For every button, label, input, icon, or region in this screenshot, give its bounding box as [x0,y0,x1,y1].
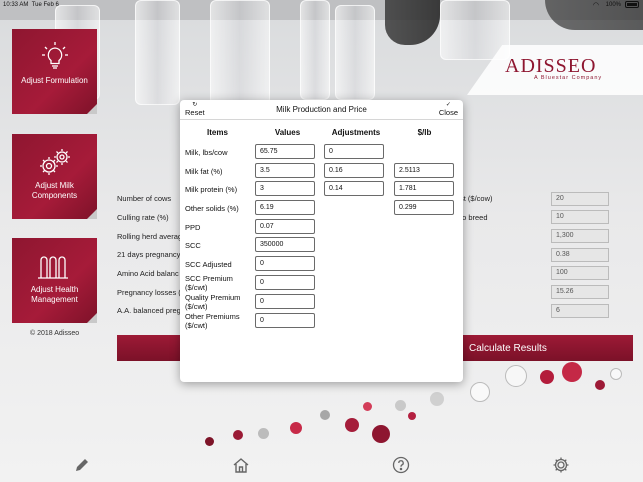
row-label-other-solids: Other solids (%) [185,204,239,213]
quality-premium-value-field[interactable]: 0 [255,294,315,309]
wifi-icon: ◠ [592,2,599,9]
bg-label: Rolling herd averag [117,232,183,241]
status-bar: 10:33 AM Tue Feb 6 ◠ 100% [0,0,643,10]
bg-label: Number of cows [117,194,172,203]
tile-label: Adjust Formulation [21,76,88,85]
row-label-quality-premium: Quality Premium ($/cwt) [185,293,241,311]
close-label: Close [438,108,458,117]
scc-adjusted-value-field[interactable]: 0 [255,256,315,271]
milk-value-field[interactable]: 65.75 [255,144,315,159]
milk-protein-price-field[interactable]: 1.781 [394,181,454,196]
bg-label: Pregnancy losses ( [117,288,181,297]
lightbulb-icon [12,39,97,75]
row-label-scc: SCC [185,241,201,250]
barn-icon [12,248,97,284]
column-header-adjustments: Adjustments [331,128,381,137]
row-label-ppd: PPD [185,223,201,232]
other-solids-price-field[interactable]: 0.299 [394,200,454,215]
row-label-milk-fat: Milk fat (%) [185,167,223,176]
pencil-icon[interactable] [73,456,91,474]
bg-value-field[interactable]: 0.38 [551,248,609,262]
ppd-value-field[interactable]: 0.07 [255,219,315,234]
bg-label: A.A. balanced preg [117,306,181,315]
status-time: 10:33 AM Tue Feb 6 [3,2,59,8]
row-label-scc-adjusted: SCC Adjusted [185,260,232,269]
other-premiums-value-field[interactable]: 0 [255,313,315,328]
milk-protein-value-field[interactable]: 3 [255,181,315,196]
row-label-other-premiums: Other Premiums ($/cwt) [185,312,240,330]
column-header-items: Items [207,128,228,137]
column-header-price: $/lb [417,128,432,137]
bg-label: Amino Acid balanc [117,269,179,278]
dialog-title: Milk Production and Price [276,105,367,114]
dialog-header: ↻ Reset Milk Production and Price ✓ Clos… [180,100,463,120]
milk-production-dialog: ↻ Reset Milk Production and Price ✓ Clos… [180,100,463,382]
milk-adjustment-field[interactable]: 0 [324,144,384,159]
other-solids-value-field[interactable]: 6.19 [255,200,315,215]
column-header-values: Values [274,128,301,137]
tile-label: Adjust Milk Components [31,181,78,200]
home-icon[interactable] [232,456,250,474]
copyright-text: © 2018 Adisseo [30,330,80,337]
close-button[interactable]: ✓ Close [439,102,458,117]
row-label-scc-premium: SCC Premium ($/cwt) [185,274,233,292]
bg-label: to breed [460,213,488,222]
bg-value-field[interactable]: 20 [551,192,609,206]
bg-value-field[interactable]: 10 [551,210,609,224]
row-label-milk: Milk, lbs/cow [185,148,228,157]
battery-percent: 100% [605,2,621,8]
bg-value-field[interactable]: 1,300 [551,229,609,243]
bg-label: 21 days pregnancy [117,250,181,259]
tile-label: Adjust Health Management [30,285,79,304]
scc-premium-value-field[interactable]: 0 [255,275,315,290]
adjust-formulation-button[interactable]: Adjust Formulation [12,29,97,114]
help-icon[interactable] [392,456,410,474]
settings-icon[interactable] [552,456,570,474]
brand-tagline: A Bluestar Company [534,75,603,81]
bg-value-field[interactable]: 15.26 [551,285,609,299]
milk-fat-price-field[interactable]: 2.5113 [394,163,454,178]
gears-icon [12,144,97,180]
row-label-milk-protein: Milk protein (%) [185,185,238,194]
adjust-milk-components-button[interactable]: Adjust Milk Components [12,134,97,219]
calculate-results-label: Calculate Results [469,343,547,354]
scc-value-field[interactable]: 350000 [255,237,315,252]
bg-label: st ($/cow) [460,194,493,203]
bg-value-field[interactable]: 100 [551,266,609,280]
bg-label: Culling rate (%) [117,213,169,222]
adjust-health-management-button[interactable]: Adjust Health Management [12,238,97,323]
milk-fat-adjustment-field[interactable]: 0.16 [324,163,384,178]
milk-protein-adjustment-field[interactable]: 0.14 [324,181,384,196]
bg-value-field[interactable]: 6 [551,304,609,318]
battery-icon [625,1,639,8]
milk-fat-value-field[interactable]: 3.5 [255,163,315,178]
